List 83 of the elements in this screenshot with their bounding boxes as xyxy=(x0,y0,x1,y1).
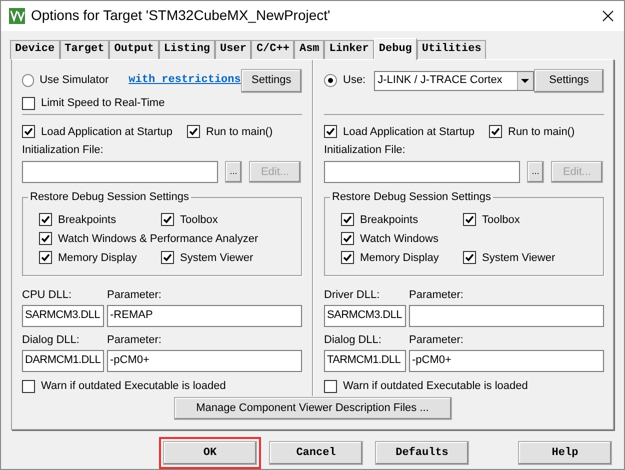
checkbox[interactable] xyxy=(161,251,174,264)
checkbox[interactable] xyxy=(324,125,337,138)
checkbox[interactable] xyxy=(22,380,35,394)
dialog-button[interactable]: Help xyxy=(518,441,612,465)
checkbox[interactable] xyxy=(489,125,502,138)
dll-field[interactable]: TARMCM1.DLL xyxy=(324,350,406,372)
dll-field[interactable]: SARMCM3.DLL xyxy=(22,304,104,327)
checkbox-label: Breakpoints xyxy=(58,212,116,228)
debugger-dropdown[interactable]: J-LINK / J-TRACE Cortex xyxy=(374,70,534,91)
tab[interactable]: Utilities xyxy=(416,40,486,59)
settings-button[interactable]: Settings xyxy=(240,68,302,93)
tab[interactable]: C/C++ xyxy=(251,40,294,59)
checkbox[interactable] xyxy=(341,251,354,264)
field-label: Parameter: xyxy=(107,288,162,303)
parameter-field[interactable]: -pCM0+ xyxy=(107,350,302,372)
field-label: Initialization File: xyxy=(22,142,104,158)
checkbox-label: Warn if outdated Executable is loaded xyxy=(343,379,528,394)
checkbox-label: Run to main() xyxy=(206,124,273,140)
checkbox-label: Toolbox xyxy=(180,212,218,228)
checkbox-label: Memory Display xyxy=(58,250,137,266)
checkbox[interactable] xyxy=(22,125,35,138)
checkbox[interactable] xyxy=(187,125,200,138)
dialog-button[interactable]: Defaults xyxy=(375,441,469,465)
checkbox[interactable] xyxy=(39,251,52,264)
checkbox[interactable] xyxy=(161,213,174,226)
radio-button[interactable] xyxy=(22,74,34,88)
checkbox[interactable] xyxy=(324,380,337,394)
checkbox-label: Warn if outdated Executable is loaded xyxy=(41,379,226,394)
mode-label: Use Simulator xyxy=(40,73,109,88)
field-label: Driver DLL: xyxy=(324,288,381,303)
checkbox-label: Run to main() xyxy=(508,124,575,140)
dll-field[interactable]: DARMCM1.DLL xyxy=(22,350,104,372)
dialog-button[interactable]: Cancel xyxy=(269,441,363,465)
manage-button[interactable]: Manage Component Viewer Description Files ... xyxy=(174,396,452,420)
tab[interactable]: Device xyxy=(10,40,60,59)
field-label: Dialog DLL: xyxy=(22,332,80,348)
checkbox-label: Load Application at Startup xyxy=(343,124,474,140)
parameter-field[interactable] xyxy=(409,304,604,327)
checkbox[interactable] xyxy=(463,251,476,264)
checkbox-label: Breakpoints xyxy=(360,212,418,228)
checkbox[interactable] xyxy=(39,213,52,226)
close-icon[interactable] xyxy=(602,10,614,22)
tab[interactable]: Target xyxy=(60,40,110,59)
radio-button[interactable] xyxy=(324,74,337,88)
checkbox-label: Load Application at Startup xyxy=(41,124,172,140)
checkbox-label: Watch Windows & Performance Analyzer xyxy=(58,232,258,246)
checkbox-label: System Viewer xyxy=(180,250,254,266)
input-field[interactable] xyxy=(324,160,520,183)
tab[interactable]: Output xyxy=(109,40,159,59)
checkbox-label: Watch Windows xyxy=(360,232,438,246)
dropdown-arrow-icon xyxy=(521,78,530,83)
parameter-field[interactable]: -pCM0+ xyxy=(409,350,604,372)
checkbox-label: System Viewer xyxy=(482,250,556,266)
tab[interactable]: Linker xyxy=(324,40,374,59)
mode-label: Use: xyxy=(343,73,366,88)
app-icon xyxy=(9,8,25,24)
tab[interactable]: Listing xyxy=(158,40,216,59)
browse-button[interactable]: ... xyxy=(225,160,242,183)
checkbox-label: Toolbox xyxy=(482,212,520,228)
field-label: Dialog DLL: xyxy=(324,332,382,348)
field-label: Initialization File: xyxy=(324,142,406,158)
tab[interactable]: User xyxy=(215,40,252,59)
field-label: CPU DLL: xyxy=(22,288,73,303)
tab[interactable]: Debug xyxy=(374,38,417,60)
settings-button[interactable]: Settings xyxy=(534,68,604,93)
field-label: Parameter: xyxy=(409,288,464,303)
window-title: Options for Target 'STM32CubeMX_NewProject' xyxy=(31,6,330,26)
tab[interactable]: Asm xyxy=(294,40,324,59)
field-label: Parameter: xyxy=(409,332,464,348)
checkbox[interactable] xyxy=(463,213,476,226)
checkbox-label: Memory Display xyxy=(360,250,439,266)
browse-button[interactable]: ... xyxy=(527,160,544,183)
dll-field[interactable]: SARMCM3.DLL xyxy=(324,304,406,327)
checkbox[interactable] xyxy=(39,232,52,246)
checkbox[interactable] xyxy=(341,232,354,246)
field-label: Parameter: xyxy=(107,332,162,348)
checkbox[interactable] xyxy=(341,213,354,226)
input-field[interactable] xyxy=(22,160,218,183)
dialog-button[interactable]: OK xyxy=(163,441,257,465)
checkbox[interactable] xyxy=(22,97,35,110)
parameter-field[interactable]: -REMAP xyxy=(107,304,302,327)
restrictions-link[interactable]: with restrictions xyxy=(128,72,241,89)
checkbox-label: Limit Speed to Real-Time xyxy=(41,96,165,112)
